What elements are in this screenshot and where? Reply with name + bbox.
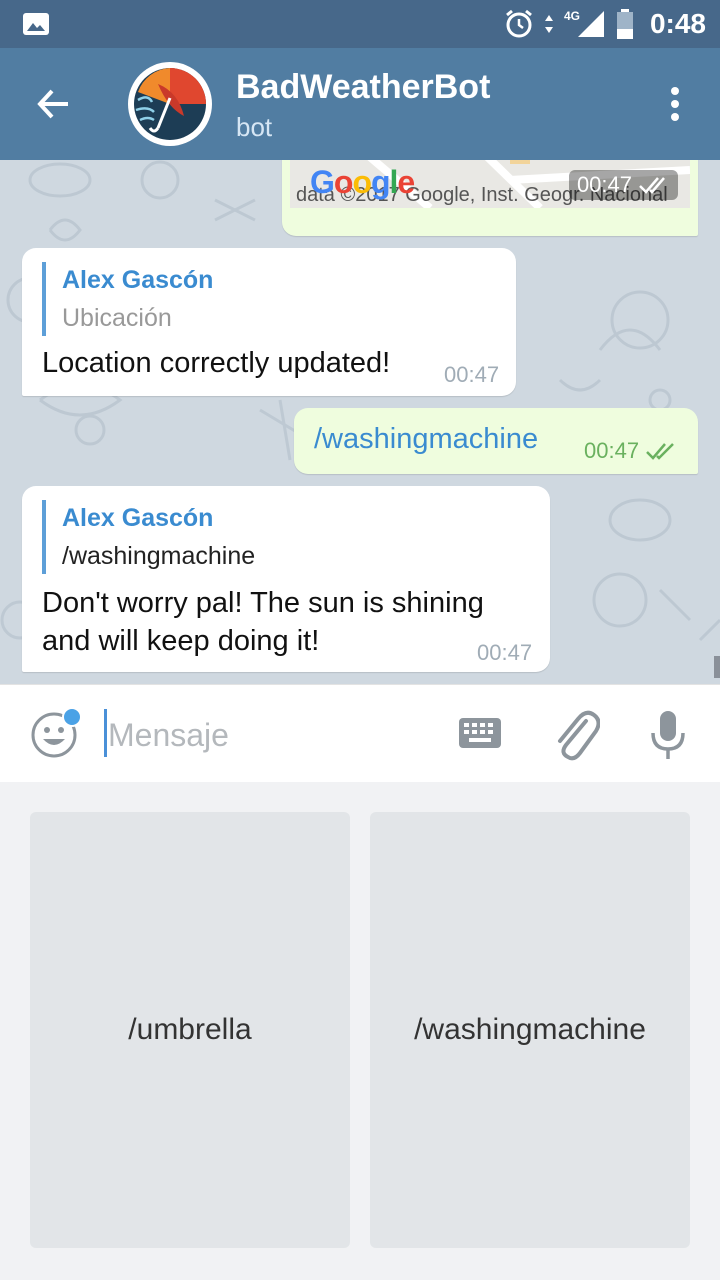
reply-author: Alex Gascón — [62, 266, 214, 294]
chat-subtitle: bot — [236, 112, 273, 142]
microphone-icon[interactable] — [650, 709, 686, 761]
incoming-message[interactable]: Alex Gascón /washingmachine Don't worry … — [22, 486, 550, 672]
bot-keyboard: /umbrella /washingmachine — [0, 782, 720, 1280]
clock: 0:48 — [649, 8, 706, 39]
message-text: Location correctly updated! — [42, 347, 391, 379]
battery-icon — [616, 9, 633, 39]
reply-author: Alex Gascón — [62, 504, 214, 532]
reply-quote[interactable]: Alex Gascón /washingmachine — [42, 500, 255, 574]
status-bar: 4G 0:48 — [0, 0, 720, 48]
signal-icon — [577, 11, 604, 37]
keyboard-icon[interactable] — [458, 717, 502, 749]
back-arrow-icon[interactable] — [34, 84, 74, 124]
google-logo: Google — [310, 164, 415, 200]
emoji-notification-dot — [62, 707, 82, 727]
message-text-line-2: and will keep doing it! — [42, 625, 320, 657]
data-arrows-icon — [544, 15, 553, 33]
message-text-line-1: Don't worry pal! The sun is shining — [42, 587, 484, 619]
more-options-icon[interactable] — [670, 86, 680, 122]
chat-header: BadWeatherBot bot — [0, 48, 720, 160]
reply-quote[interactable]: Alex Gascón Ubicación — [42, 262, 213, 336]
message-time: 00:47 — [568, 170, 678, 200]
scrollbar[interactable] — [714, 656, 720, 678]
chat-title[interactable]: BadWeatherBot — [236, 68, 490, 107]
chat-area[interactable]: Pass data ©2017 Google, Inst. Geogr. Nac… — [0, 160, 720, 684]
message-time: 00:47 — [444, 362, 500, 387]
umbrella-wind-logo-icon — [130, 64, 210, 144]
reply-text: /washingmachine — [62, 542, 256, 570]
double-check-icon — [646, 443, 674, 460]
reply-text: Ubicación — [62, 304, 172, 332]
message-time: 00:47 — [477, 640, 533, 665]
bot-command-button-washingmachine[interactable]: /washingmachine — [370, 812, 690, 1248]
message-text: /washingmachine — [314, 423, 539, 455]
incoming-message[interactable]: Alex Gascón Ubicación Location correctly… — [22, 248, 516, 396]
image-notification-icon — [23, 13, 49, 35]
location-map-message[interactable]: Pass data ©2017 Google, Inst. Geogr. Nac… — [282, 160, 698, 236]
message-time: 00:47 — [584, 438, 679, 464]
message-input[interactable] — [108, 713, 428, 757]
svg-text:Pass: Pass — [566, 160, 610, 161]
attach-icon[interactable] — [552, 707, 600, 761]
network-type: 4G — [563, 9, 580, 23]
bot-command-button-umbrella[interactable]: /umbrella — [30, 812, 350, 1248]
text-cursor — [104, 709, 107, 757]
double-check-icon — [639, 177, 665, 194]
status-right: 4G 0:48 — [504, 0, 706, 48]
outgoing-message[interactable]: /washingmachine 00:47 — [294, 408, 698, 474]
map-preview[interactable]: Pass data ©2017 Google, Inst. Geogr. Nac… — [290, 160, 690, 208]
avatar[interactable] — [128, 62, 212, 146]
message-input-bar — [0, 684, 720, 782]
alarm-icon — [506, 9, 532, 38]
